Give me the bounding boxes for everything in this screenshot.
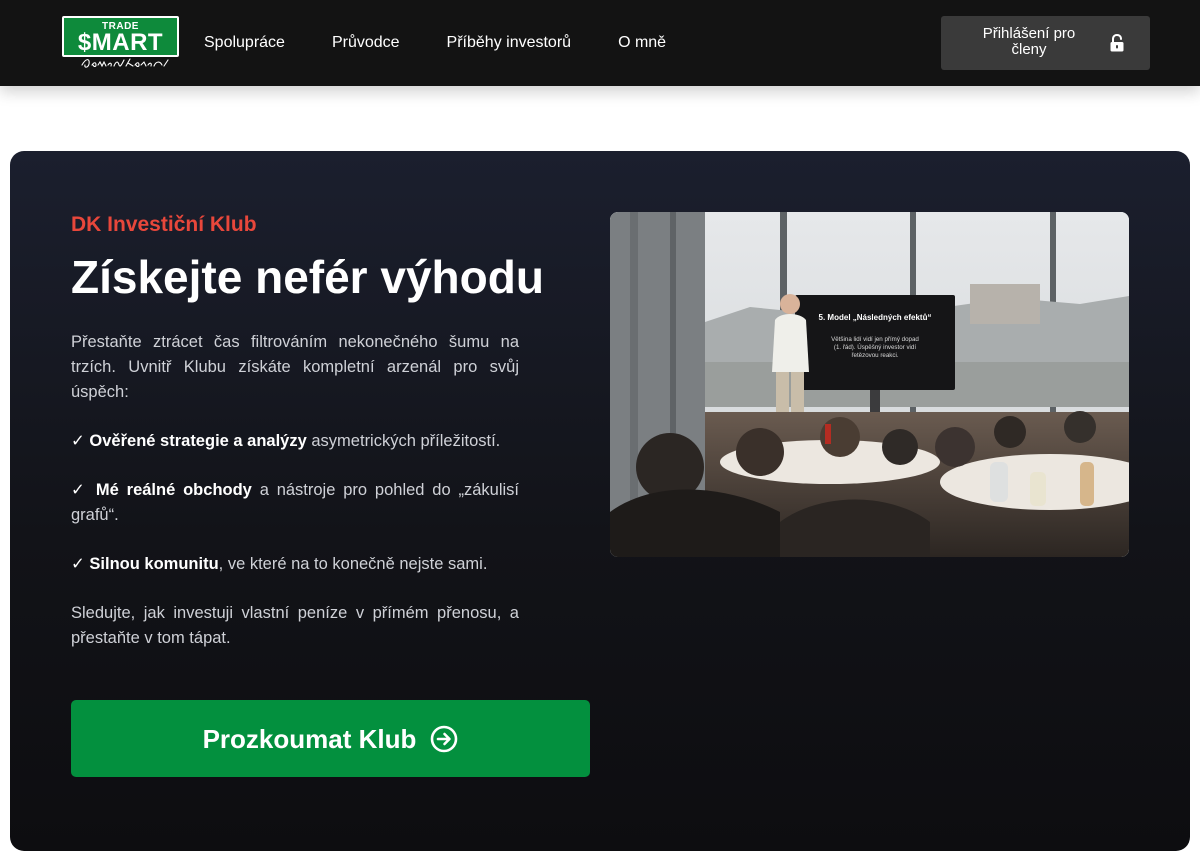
section-eyebrow: DK Investiční Klub bbox=[71, 213, 257, 236]
hero-intro: Přestaňte ztrácet čas filtrováním nekone… bbox=[71, 333, 519, 401]
check-icon: ✓ bbox=[71, 481, 96, 499]
logo-signature bbox=[81, 58, 169, 68]
club-hero-section: DK Investiční Klub Získejte nefér výhodu… bbox=[10, 151, 1190, 851]
trade-smart-logo[interactable]: TRADE $MART bbox=[62, 16, 179, 70]
benefit-strong: Silnou komunitu bbox=[89, 555, 219, 573]
nav-item-pribehy-investoru[interactable]: Příběhy investorů bbox=[447, 33, 572, 53]
main-nav: Spolupráce Průvodce Příběhy investorů O … bbox=[204, 33, 713, 53]
benefit-item: ✓ Silnou komunitu, ve které na to konečn… bbox=[71, 552, 519, 577]
hero-description: Přestaňte ztrácet čas filtrováním nekone… bbox=[71, 330, 519, 675]
explore-club-label: Prozkoumat Klub bbox=[202, 723, 417, 754]
member-login-label: Přihlášení pro členy bbox=[982, 25, 1076, 58]
club-event-photo: 5. Model „Následných efektů“ Většina lid… bbox=[610, 212, 1129, 557]
lock-icon bbox=[1110, 34, 1124, 52]
screen-text-line: řetězovou reakci. bbox=[851, 352, 898, 359]
nav-item-o-mne[interactable]: O mně bbox=[618, 33, 666, 53]
screen-text-line: Většina lidí vidí jen přímý dopad bbox=[831, 336, 919, 343]
benefit-strong: Mé reálné obchody bbox=[95, 481, 252, 499]
check-icon: ✓ bbox=[71, 432, 85, 450]
benefit-text: , ve které na to konečně nejste sami. bbox=[218, 555, 488, 573]
hero-outro: Sledujte, jak investuji vlastní peníze v… bbox=[71, 604, 519, 647]
hero-title: Získejte nefér výhodu bbox=[71, 251, 544, 303]
event-photo-illustration: 5. Model „Následných efektů“ Většina lid… bbox=[610, 212, 1129, 557]
nav-item-spoluprace[interactable]: Spolupráce bbox=[204, 33, 285, 53]
screen-text-line: (1. řád). Úspěšný investor vidí bbox=[834, 344, 916, 351]
explore-club-button[interactable]: Prozkoumat Klub bbox=[71, 700, 590, 777]
screen-title: 5. Model „Následných efektů“ bbox=[819, 313, 932, 322]
nav-item-pruvodce[interactable]: Průvodce bbox=[332, 33, 400, 53]
benefit-text: asymetrických příležitostí. bbox=[306, 432, 501, 450]
site-header: TRADE $MART Spolupráce Průvodce Příběhy … bbox=[0, 0, 1200, 86]
check-icon: ✓ bbox=[71, 555, 85, 573]
logo-main-text: $MART bbox=[77, 29, 164, 56]
member-login-button[interactable]: Přihlášení pro členy bbox=[941, 16, 1150, 70]
arrow-circle-right-icon bbox=[431, 725, 458, 752]
benefit-strong: Ověřené strategie a analýzy bbox=[89, 432, 307, 450]
logo-badge: TRADE $MART bbox=[62, 16, 179, 57]
benefit-item: ✓ Ověřené strategie a analýzy asymetrick… bbox=[71, 429, 519, 454]
benefit-item: ✓ Mé reálné obchody a nástroje pro pohle… bbox=[71, 478, 519, 528]
